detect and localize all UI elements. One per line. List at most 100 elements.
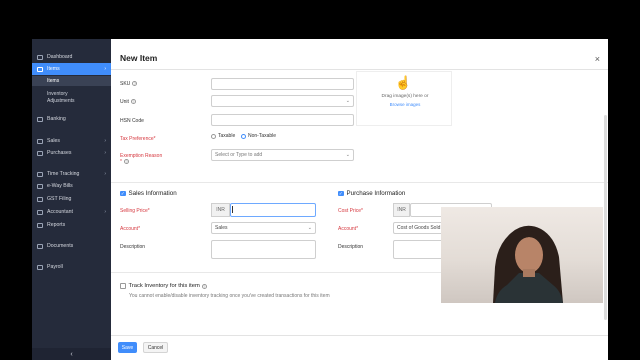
app-window: Dashboard Items › Items Inventory Adjust… xyxy=(32,39,608,360)
save-button[interactable]: Save xyxy=(118,342,137,353)
chevron-down-icon: ⌄ xyxy=(345,152,350,158)
cost-price-label: Cost Price* xyxy=(338,208,364,214)
sidebar-item-purchases[interactable]: Purchases › xyxy=(32,147,111,159)
folder-icon xyxy=(37,243,43,249)
user-icon xyxy=(37,209,43,215)
sidebar-item-label: e-Way Bills xyxy=(47,183,73,189)
sales-description-input[interactable] xyxy=(211,240,316,259)
sidebar-item-banking[interactable]: Banking xyxy=(32,113,111,125)
hsn-code-input[interactable] xyxy=(211,114,354,126)
sidebar-subitem-items[interactable]: Items xyxy=(32,76,111,86)
sidebar-collapse-button[interactable]: ‹ xyxy=(32,348,111,360)
sidebar: Dashboard Items › Items Inventory Adjust… xyxy=(32,39,111,360)
select-placeholder: Select or Type to add xyxy=(215,152,263,158)
section-divider xyxy=(111,182,608,183)
browse-images-link[interactable]: Browse images xyxy=(357,102,453,107)
sidebar-subitem-label: Inventory Adjustments xyxy=(47,91,75,104)
radio-label: Taxable xyxy=(218,133,236,139)
track-inventory-toggle[interactable]: Track Inventory for this item? xyxy=(120,283,207,289)
chevron-down-icon: ⌄ xyxy=(307,225,312,231)
sidebar-item-label: Banking xyxy=(47,116,66,122)
close-icon[interactable]: × xyxy=(595,54,600,64)
sidebar-item-label: Time Tracking xyxy=(47,171,80,177)
sidebar-item-label: GST Filing xyxy=(47,196,72,202)
currency-prefix: INR xyxy=(393,203,410,217)
presenter-video xyxy=(493,225,563,303)
document-icon xyxy=(37,196,43,202)
sales-description-label: Description xyxy=(120,244,146,250)
checkbox-label: Track Inventory for this item xyxy=(128,283,200,289)
tax-preference-label: Tax Preference* xyxy=(120,136,156,142)
chevron-down-icon: ⌄ xyxy=(345,98,350,104)
sidebar-item-label: Sales xyxy=(47,138,60,144)
sidebar-item-label: Reports xyxy=(47,222,66,228)
sales-information-toggle[interactable]: ✓ Sales Information xyxy=(120,190,177,197)
chevron-right-icon: › xyxy=(104,171,106,177)
header-divider xyxy=(111,69,608,70)
sidebar-item-payroll[interactable]: Payroll xyxy=(32,261,111,273)
select-value: Cost of Goods Sold xyxy=(397,225,441,231)
hsn-code-label: HSN Code xyxy=(120,118,144,124)
sidebar-item-reports[interactable]: Reports xyxy=(32,219,111,231)
radio-label: Non-Taxable xyxy=(248,133,277,139)
sidebar-item-documents[interactable]: Documents xyxy=(32,240,111,252)
dashboard-icon xyxy=(37,54,43,60)
sales-account-label: Account* xyxy=(120,226,141,232)
radio-icon xyxy=(211,133,216,139)
checkbox-checked-icon: ✓ xyxy=(120,190,126,197)
unit-label: Unit? xyxy=(120,99,136,105)
section-divider xyxy=(111,272,473,273)
sidebar-item-time-tracking[interactable]: Time Tracking › xyxy=(32,168,111,180)
form-footer: Save Cancel xyxy=(111,335,608,360)
scrollbar[interactable] xyxy=(604,115,607,320)
sidebar-item-items[interactable]: Items › xyxy=(32,63,111,75)
selling-price-input[interactable] xyxy=(230,203,316,217)
drag-hand-icon: ☝ xyxy=(395,75,412,90)
checkbox-icon xyxy=(120,283,126,289)
exemption-reason-select[interactable]: Select or Type to add ⌄ xyxy=(211,149,354,161)
webcam-overlay xyxy=(441,207,603,303)
sidebar-subitem-inventory-adjustments[interactable]: Inventory Adjustments xyxy=(47,91,91,104)
sidebar-item-label: Purchases xyxy=(47,150,72,156)
sidebar-item-label: Accountant xyxy=(47,209,73,215)
help-icon: ? xyxy=(201,283,207,289)
section-title: Sales Information xyxy=(128,190,177,197)
page-title: New Item xyxy=(120,53,158,63)
purchase-account-label: Account* xyxy=(338,226,359,232)
sidebar-item-accountant[interactable]: Accountant › xyxy=(32,206,111,218)
taxable-radio[interactable]: Taxable xyxy=(211,133,235,139)
items-icon xyxy=(37,66,43,72)
sku-input[interactable] xyxy=(211,78,354,90)
sidebar-item-gst-filing[interactable]: GST Filing xyxy=(32,193,111,205)
help-icon: ? xyxy=(130,99,136,105)
currency-prefix: INR xyxy=(211,203,230,217)
sidebar-item-label: Documents xyxy=(47,243,74,249)
non-taxable-radio[interactable]: Non-Taxable xyxy=(241,133,276,139)
wallet-icon xyxy=(37,264,43,270)
radio-selected-icon xyxy=(241,133,246,139)
exemption-reason-label: Exemption Reason *? xyxy=(120,153,163,165)
sidebar-item-dashboard[interactable]: Dashboard xyxy=(32,51,111,63)
section-title: Purchase Information xyxy=(346,190,406,197)
sidebar-item-label: Payroll xyxy=(47,264,63,270)
purchase-information-toggle[interactable]: ✓ Purchase Information xyxy=(338,190,405,197)
sidebar-item-sales[interactable]: Sales › xyxy=(32,135,111,147)
sku-label: SKU? xyxy=(120,81,138,87)
text-cursor xyxy=(232,206,233,213)
chevron-right-icon: › xyxy=(104,66,106,72)
checkbox-checked-icon: ✓ xyxy=(338,190,344,197)
chevron-left-icon: ‹ xyxy=(70,350,73,358)
chevron-right-icon: › xyxy=(104,150,106,156)
inventory-note: You cannot enable/disable inventory trac… xyxy=(129,293,330,299)
sidebar-item-eway-bills[interactable]: e-Way Bills xyxy=(32,180,111,192)
sales-account-select[interactable]: Sales ⌄ xyxy=(211,222,316,234)
select-value: Sales xyxy=(215,225,228,231)
sidebar-item-label: Items xyxy=(47,66,60,72)
chevron-right-icon: › xyxy=(104,209,106,215)
new-item-panel: New Item × SKU? Unit? ⌄ HSN Code ⌕ Tax P… xyxy=(111,39,608,360)
help-icon: ? xyxy=(132,81,138,87)
chevron-right-icon: › xyxy=(104,138,106,144)
image-dropzone[interactable]: ☝ Drag image(s) here or Browse images xyxy=(356,71,452,126)
cancel-button[interactable]: Cancel xyxy=(143,342,168,353)
unit-select[interactable]: ⌄ xyxy=(211,95,354,107)
